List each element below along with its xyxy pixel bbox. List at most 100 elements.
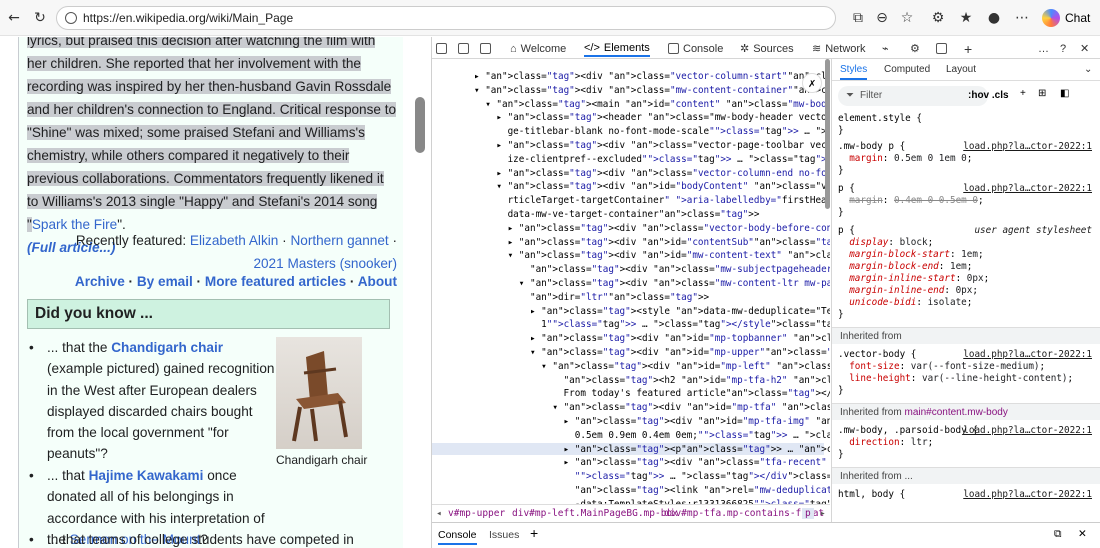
close-drawer-icon[interactable]: ✕	[1078, 528, 1087, 540]
dom-node[interactable]: ▸ "an">class="tag"><div "an">class="vect…	[474, 168, 830, 180]
tab-elements[interactable]: </> Elements	[584, 40, 650, 57]
breadcrumb-item[interactable]: v#mp-upper	[448, 508, 505, 519]
link-2021-masters[interactable]: 2021 Masters (snooker)	[253, 256, 397, 271]
dom-node[interactable]: rticleTarget-targetContainer" ">aria-lab…	[474, 195, 830, 207]
favorite-star-icon[interactable]: ☆	[895, 6, 919, 30]
elements-tree[interactable]: ▸ "an">class="tag"><div "an">class="vect…	[432, 59, 830, 504]
dom-node[interactable]: ▸ "an">class="tag"><style "an">data-mw-d…	[474, 306, 830, 318]
panel-icon[interactable]	[936, 40, 947, 57]
extensions-icon[interactable]: ⚙	[926, 6, 950, 30]
dom-node[interactable]: "an">class="tag"><div "an">class="mw-sub…	[474, 264, 830, 276]
dom-node[interactable]: "an">dir="ltr""an">class="tag">>	[474, 292, 709, 304]
link-more-featured[interactable]: More featured articles	[205, 274, 346, 289]
dom-node[interactable]: 1"">class="tag">> … ">class="tag"></styl…	[474, 319, 830, 331]
new-rule-icon[interactable]: +	[1020, 88, 1026, 99]
dom-node[interactable]: ▸ "an">class="tag"><header "an">class="m…	[474, 112, 830, 124]
chevron-down-icon[interactable]: ⌄	[1084, 64, 1092, 75]
dom-node[interactable]: ▸ "an">class="tag"><div "an">class="vect…	[474, 140, 830, 152]
device-toolbar-icon[interactable]	[458, 40, 469, 57]
dom-node[interactable]: ▾ "an">class="tag"><div "an">class="mw-c…	[474, 85, 830, 97]
dock-drawer-icon[interactable]: ⧉	[1054, 528, 1062, 541]
dom-node[interactable]: "an">class="tag"><h2 "an">id="mp-tfa-h2"…	[474, 375, 830, 387]
dom-node[interactable]: ize-clientpref--excluded"">class="tag">>…	[474, 154, 830, 166]
accessibility-icon[interactable]: ✗	[802, 73, 822, 93]
chandigarh-chair-image[interactable]	[276, 337, 362, 449]
close-devtools-icon[interactable]: ✕	[1080, 40, 1089, 57]
dom-node[interactable]: ▾ "an">class="tag"><div "an">id="bodyCon…	[474, 181, 830, 193]
more-tools-icon[interactable]: …	[1038, 40, 1049, 57]
dom-node[interactable]: ge-titlebar-blank no-font-mode-scale"">c…	[474, 126, 830, 138]
dom-node[interactable]: ▾ "an">class="tag"><div "an">id="mp-tfa"…	[474, 402, 830, 414]
tab-styles[interactable]: Styles	[840, 64, 868, 80]
dom-node[interactable]: "">class="tag">> … ">class="tag"></div">…	[474, 471, 830, 483]
link-archive[interactable]: Archive	[75, 274, 125, 289]
dom-node[interactable]: From today's featured article"an">class=…	[474, 388, 830, 400]
copilot-chat-button[interactable]: Chat	[1042, 5, 1096, 31]
dom-node[interactable]: ▾ "an">class="tag"><div "an">id="mp-uppe…	[474, 347, 830, 359]
inspect-icon[interactable]	[436, 40, 447, 57]
css-rule[interactable]: .mw-body, .parsoid-body {load.php?la…cto…	[838, 425, 1096, 461]
add-drawer-tab-icon[interactable]: +	[530, 525, 538, 541]
link-northern-gannet[interactable]: Northern gannet	[290, 233, 388, 248]
dom-node[interactable]: ▸ "an">class="tag"><div "an">id="mp-tfa-…	[474, 416, 830, 428]
tab-sources[interactable]: ✲ Sources	[740, 40, 794, 57]
css-rule[interactable]: p {user agent stylesheet display: block;…	[838, 225, 1096, 321]
link-about[interactable]: About	[358, 274, 397, 289]
drawer-tab-issues[interactable]: Issues	[489, 529, 519, 541]
tracking-icon[interactable]: ⊖	[870, 6, 894, 30]
dom-node[interactable]: ▾ "an">class="tag"><div "an">id="mw-cont…	[474, 250, 830, 262]
tab-layout[interactable]: Layout	[946, 64, 976, 75]
breadcrumb-scroll-left-icon[interactable]: ◂	[436, 508, 442, 519]
site-info-icon[interactable]	[65, 12, 77, 24]
page-scrollbar[interactable]	[415, 97, 425, 153]
dom-node[interactable]: 0.5em 0.9em 0.4em 0em;"">class="tag">> ……	[474, 430, 830, 442]
dom-node[interactable]: ▸ "an">class="tag"><div "an">id="mp-topb…	[474, 333, 830, 345]
hov-cls-toggles[interactable]: :hov .cls	[968, 90, 1009, 101]
dom-node[interactable]: "an">class="tag"><link "an">rel="mw-dedu…	[474, 485, 830, 497]
reader-view-icon[interactable]: ⧉	[846, 6, 870, 30]
css-rule[interactable]: .vector-body {load.php?la…ctor-2022:1 fo…	[838, 349, 1096, 397]
address-bar[interactable]: https://en.wikipedia.org/wiki/Main_Page	[56, 6, 836, 30]
css-rule[interactable]: .mw-body p {load.php?la…ctor-2022:1 marg…	[838, 141, 1096, 177]
back-icon[interactable]: ←	[2, 6, 26, 30]
drawer-tab-console[interactable]: Console	[438, 529, 477, 545]
element-style-rule[interactable]: element.style {}	[838, 113, 1096, 137]
dom-node[interactable]: ▾ "an">class="tag"><main "an">id="conten…	[474, 99, 830, 111]
tab-welcome[interactable]: ⌂ Welcome	[510, 40, 566, 57]
settings-gear-icon[interactable]: ⚙	[910, 40, 920, 57]
breadcrumb-scroll-right-icon[interactable]: ▸	[820, 508, 826, 519]
tab-network[interactable]: ≋ Network	[812, 40, 866, 57]
dom-node[interactable]: ▾ "an">class="tag"><div "an">id="mp-left…	[474, 361, 830, 373]
link-elizabeth-alkin[interactable]: Elizabeth Alkin	[190, 233, 278, 248]
css-rule[interactable]: p {load.php?la…ctor-2022:1 margin: 0.4em…	[838, 183, 1096, 219]
help-icon[interactable]: ?	[1060, 40, 1066, 57]
force-state-icon[interactable]: ⊞	[1038, 88, 1046, 99]
breadcrumb-item[interactable]: div#mp-tfa.mp-contains-float	[664, 508, 824, 519]
tab-computed[interactable]: Computed	[884, 64, 930, 75]
elements-scrollbar[interactable]	[825, 59, 830, 209]
breadcrumb-item[interactable]: div#mp-left.MainPageBG.mp-box	[512, 508, 678, 519]
menu-dots-icon[interactable]: ⋯	[1010, 6, 1034, 30]
dom-node[interactable]: ▸ "an">class="tag"><div "an">class="vect…	[474, 71, 830, 83]
sidebar-toggle-icon[interactable]: ◧	[1060, 88, 1069, 99]
performance-icon[interactable]: ⌁	[882, 40, 889, 57]
refresh-icon[interactable]: ↻	[28, 6, 52, 30]
dom-node[interactable]: ▸ "an">class="tag"><div "an">id="content…	[474, 237, 830, 249]
dom-node[interactable]: ▸ "an">class="tag"><div "an">class="vect…	[474, 223, 830, 235]
profile-avatar-icon[interactable]: ●	[982, 6, 1006, 30]
dom-node[interactable]: ▾ "an">class="tag"><div "an">class="mw-c…	[474, 278, 830, 290]
favorites-icon[interactable]: ★	[954, 6, 978, 30]
tab-console[interactable]: Console	[668, 40, 723, 57]
dock-icon[interactable]	[480, 40, 491, 57]
article-text: lyrics, but praised this decision after …	[27, 37, 397, 232]
link-chandigarh-chair[interactable]: Chandigarh chair	[111, 340, 223, 355]
css-rule[interactable]: html, body {load.php?la…ctor-2022:1	[838, 489, 1096, 501]
dom-node[interactable]: ▸ "an">class="tag"><div "an">class="tfa-…	[474, 457, 830, 469]
selected-dom-node[interactable]: ▸ "an">class="tag"><p"an">class="tag">> …	[474, 444, 830, 456]
add-tab-icon[interactable]: +	[964, 40, 972, 57]
dom-node[interactable]: data-mw-ve-target-container"an">class="t…	[474, 209, 760, 221]
breadcrumb-item[interactable]: p	[802, 508, 814, 519]
link-by-email[interactable]: By email	[137, 274, 193, 289]
styles-filter-input[interactable]: ⏷ Filter	[838, 86, 988, 106]
link-hajime-kawakami[interactable]: Hajime Kawakami	[89, 468, 204, 483]
